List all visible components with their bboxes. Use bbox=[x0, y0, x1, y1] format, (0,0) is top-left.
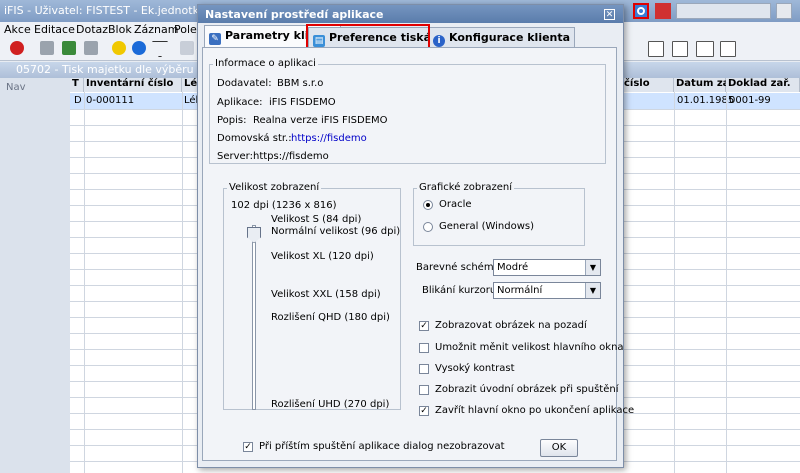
dialog-title-bar: Nastavení prostředí aplikace ✕ bbox=[198, 5, 623, 23]
minimize-button[interactable] bbox=[776, 3, 792, 19]
column-header-date[interactable]: Datum zař. bbox=[674, 78, 737, 92]
grid-column-line bbox=[182, 92, 183, 473]
menu-editace[interactable]: Editace bbox=[34, 23, 75, 36]
settings-dialog: Nastavení prostředí aplikace ✕ ✎ Parametr… bbox=[197, 4, 634, 468]
color-scheme-label: Barevné schéma bbox=[416, 262, 500, 273]
add-icon[interactable] bbox=[40, 41, 54, 55]
chevron-down-icon[interactable]: ▼ bbox=[585, 283, 600, 298]
ok-button[interactable]: OK bbox=[540, 439, 578, 457]
tab-panel: Informace o aplikaci Dodavatel: BBM s.r.… bbox=[202, 47, 634, 461]
checkbox-resize-window[interactable] bbox=[419, 343, 429, 353]
cursor-blink-value: Normální bbox=[497, 285, 543, 296]
column-header-inventory[interactable]: Inventární číslo bbox=[84, 78, 182, 92]
left-navigator[interactable]: Nav bbox=[0, 78, 71, 473]
cursor-blink-label: Blikání kurzoru bbox=[422, 285, 497, 296]
checkbox-splash-image-label: Zobrazit úvodní obrázek při spuštění bbox=[435, 384, 619, 395]
homepage-label: Domovská str.: bbox=[217, 133, 292, 144]
checkbox-background-image[interactable]: ✓ bbox=[419, 321, 429, 331]
current-resolution: 102 dpi (1236 x 816) bbox=[231, 200, 337, 211]
export-icon[interactable] bbox=[672, 41, 688, 57]
menu-blok[interactable]: Blok bbox=[108, 23, 132, 36]
play-icon[interactable] bbox=[132, 41, 146, 55]
nav-label[interactable]: Nav bbox=[6, 82, 26, 93]
size-option-uhd[interactable]: Rozlišení UHD (270 dpi) bbox=[271, 399, 389, 410]
size-option-xxl[interactable]: Velikost XXL (158 dpi) bbox=[271, 289, 381, 300]
menu-akce[interactable]: Akce bbox=[4, 23, 31, 36]
wrench-icon: ✎ bbox=[209, 33, 221, 45]
excel-icon[interactable] bbox=[648, 41, 664, 57]
server-label: Server: bbox=[217, 151, 253, 162]
close-icon[interactable]: ✕ bbox=[604, 9, 615, 20]
grid-column-line bbox=[674, 92, 675, 473]
size-option-s[interactable]: Velikost S (84 dpi) bbox=[271, 214, 361, 225]
remove-icon[interactable] bbox=[84, 41, 98, 55]
menu-zaznam[interactable]: Záznam bbox=[134, 23, 178, 36]
cell-inventory[interactable]: 0-000111 bbox=[86, 95, 134, 106]
app-info-title: Informace o aplikaci bbox=[213, 58, 318, 69]
radio-general-label: General (Windows) bbox=[439, 221, 535, 232]
grid-column-line bbox=[726, 92, 727, 473]
checkbox-high-contrast[interactable] bbox=[419, 364, 429, 374]
server-value: https://fisdemo bbox=[253, 151, 329, 162]
info-icon: i bbox=[433, 35, 445, 47]
app-label: Aplikace: bbox=[217, 97, 263, 108]
size-option-qhd[interactable]: Rozlišení QHD (180 dpi) bbox=[271, 312, 390, 323]
column-header-document[interactable]: Doklad zař. bbox=[726, 78, 800, 92]
checkbox-background-image-label: Zobrazovat obrázek na pozadí bbox=[435, 320, 587, 331]
checkbox-resize-window-label: Umožnit měnit velikost hlavního okna bbox=[435, 342, 624, 353]
checkbox-dont-show-label: Při příštím spuštění aplikace dialog nez… bbox=[259, 441, 505, 452]
graphics-title: Grafické zobrazení bbox=[417, 182, 515, 193]
checkbox-high-contrast-label: Vysoký kontrast bbox=[435, 363, 515, 374]
column-header-number[interactable]: číslo bbox=[622, 78, 674, 92]
app-value: iFIS FISDEMO bbox=[269, 97, 336, 108]
size-option-xl[interactable]: Velikost XL (120 dpi) bbox=[271, 251, 374, 262]
vendor-value: BBM s.r.o bbox=[277, 78, 324, 89]
grid-column-line bbox=[84, 92, 85, 473]
radio-oracle-label: Oracle bbox=[439, 199, 472, 210]
radio-oracle[interactable] bbox=[423, 200, 433, 210]
description-value: Realna verze iFIS FISDEMO bbox=[253, 115, 388, 126]
color-scheme-value: Modré bbox=[497, 262, 529, 273]
cell-document[interactable]: 0001-99 bbox=[729, 95, 771, 106]
toolbar-field[interactable] bbox=[676, 3, 771, 19]
description-label: Popis: bbox=[217, 115, 247, 126]
vendor-label: Dodavatel: bbox=[217, 78, 272, 89]
checkbox-splash-image[interactable] bbox=[419, 385, 429, 395]
filter-icon[interactable] bbox=[152, 41, 168, 57]
checkbox-close-main[interactable]: ✓ bbox=[419, 406, 429, 416]
size-option-normal[interactable]: Normální velikost (96 dpi) bbox=[271, 226, 400, 237]
menu-dotaz[interactable]: Dotaz bbox=[76, 23, 108, 36]
tab-client-configuration[interactable]: i Konfigurace klienta bbox=[428, 27, 576, 47]
exit-icon[interactable] bbox=[10, 41, 24, 55]
checkbox-close-main-label: Zavřít hlavní okno po ukončení aplikace bbox=[435, 405, 635, 416]
rss-icon[interactable] bbox=[655, 3, 671, 19]
radio-general[interactable] bbox=[423, 222, 433, 232]
cursor-blink-select[interactable]: Normální ▼ bbox=[493, 282, 601, 299]
keyboard-icon[interactable] bbox=[696, 41, 714, 57]
checkbox-dont-show[interactable]: ✓ bbox=[243, 442, 253, 452]
tool-icon[interactable] bbox=[180, 41, 194, 55]
save-icon[interactable] bbox=[62, 41, 76, 55]
size-slider-track[interactable] bbox=[252, 225, 256, 410]
dialog-title: Nastavení prostředí aplikace bbox=[205, 8, 384, 21]
tab-label: Konfigurace klienta bbox=[449, 31, 571, 44]
tree-icon[interactable] bbox=[720, 41, 736, 57]
help-icon[interactable] bbox=[112, 41, 126, 55]
chevron-down-icon[interactable]: ▼ bbox=[585, 260, 600, 275]
display-size-title: Velikost zobrazení bbox=[227, 182, 322, 193]
menu-pole[interactable]: Pole bbox=[174, 23, 197, 36]
graphics-group bbox=[413, 188, 585, 246]
settings-icon[interactable] bbox=[633, 3, 649, 19]
homepage-link[interactable]: https://fisdemo bbox=[291, 133, 367, 144]
cell-t[interactable]: D bbox=[74, 95, 82, 106]
color-scheme-select[interactable]: Modré ▼ bbox=[493, 259, 601, 276]
column-header-t[interactable]: T bbox=[70, 78, 84, 92]
